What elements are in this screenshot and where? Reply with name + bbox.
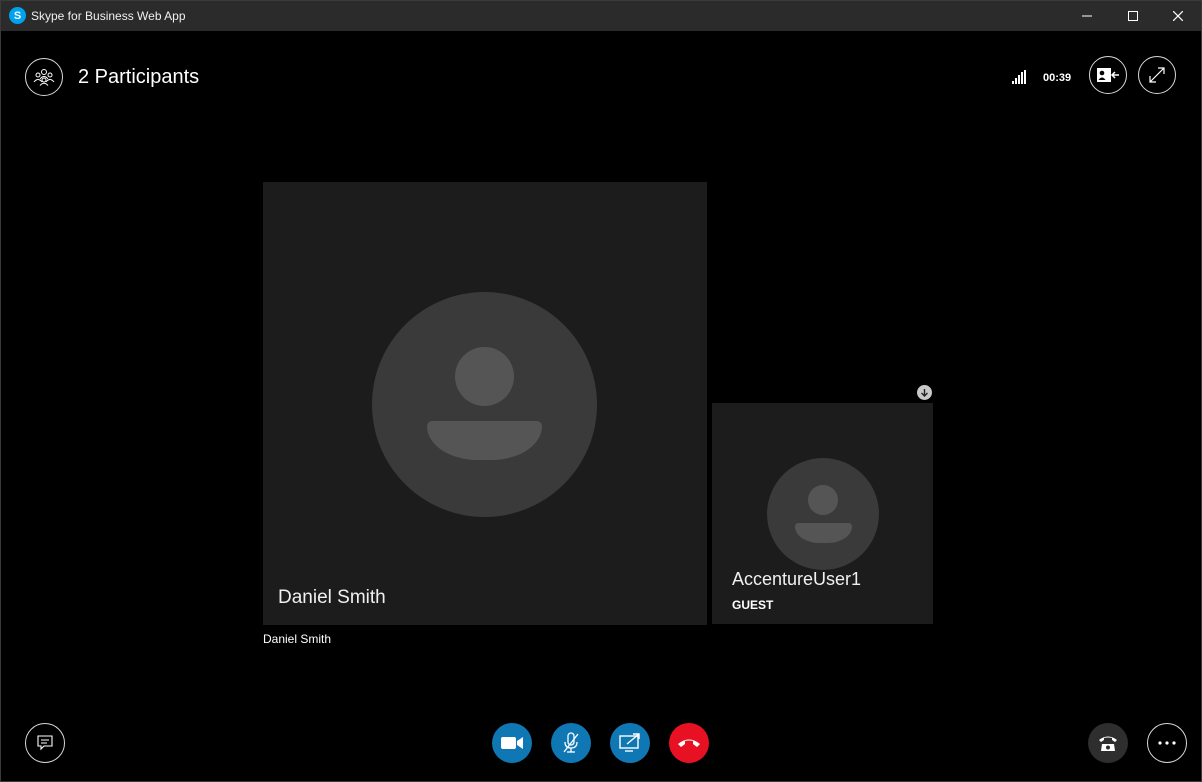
window-title: Skype for Business Web App	[31, 9, 186, 23]
skype-logo-icon: S	[9, 7, 26, 24]
participant-tile-secondary[interactable]: AccentureUser1 GUEST	[712, 403, 933, 624]
maximize-button[interactable]	[1110, 1, 1156, 31]
signal-strength-icon	[1012, 70, 1026, 84]
chat-button[interactable]	[25, 723, 65, 763]
hang-up-icon	[678, 739, 700, 747]
active-speaker-caption: Daniel Smith	[263, 632, 332, 646]
phone-dialpad-icon	[1099, 736, 1117, 751]
arrow-down-icon	[921, 389, 928, 397]
minimize-icon	[1082, 15, 1092, 17]
mute-button[interactable]	[551, 723, 591, 763]
participants-button[interactable]	[25, 58, 63, 96]
more-options-icon	[1158, 741, 1176, 745]
participant-name: Daniel Smith	[278, 587, 386, 608]
share-screen-icon	[619, 733, 640, 752]
participants-count-title[interactable]: 2 Participants	[78, 66, 199, 89]
avatar-head	[455, 347, 514, 406]
avatar-head	[808, 485, 838, 515]
avatar	[767, 458, 879, 570]
minimize-button[interactable]	[1064, 1, 1110, 31]
share-screen-button[interactable]	[610, 723, 650, 763]
fullscreen-button[interactable]	[1138, 56, 1176, 94]
participant-role-badge: GUEST	[732, 598, 774, 612]
video-button[interactable]	[492, 723, 532, 763]
contact-card-button[interactable]	[1089, 56, 1127, 94]
hang-up-button[interactable]	[669, 723, 709, 763]
call-duration: 00:39	[1043, 72, 1072, 84]
avatar	[372, 292, 597, 517]
expand-icon	[1149, 67, 1165, 83]
participant-name: AccentureUser1	[732, 569, 862, 589]
skype-web-app-window: S Skype for Business Web App 2 Participa…	[0, 0, 1202, 782]
video-camera-icon	[501, 737, 523, 749]
avatar-body	[795, 523, 852, 543]
close-button[interactable]	[1155, 1, 1201, 31]
maximize-icon	[1128, 11, 1138, 21]
title-bar: S Skype for Business Web App	[1, 1, 1201, 31]
swap-view-button[interactable]	[917, 385, 932, 400]
more-options-button[interactable]	[1147, 723, 1187, 763]
microphone-muted-icon	[563, 732, 579, 753]
people-group-icon	[33, 69, 55, 86]
avatar-body	[427, 421, 542, 460]
close-icon	[1173, 11, 1183, 21]
call-controls-button[interactable]	[1088, 723, 1128, 763]
chat-bubble-icon	[37, 735, 53, 751]
contact-card-icon	[1097, 68, 1119, 82]
participant-tile-main[interactable]: Daniel Smith	[263, 182, 707, 625]
